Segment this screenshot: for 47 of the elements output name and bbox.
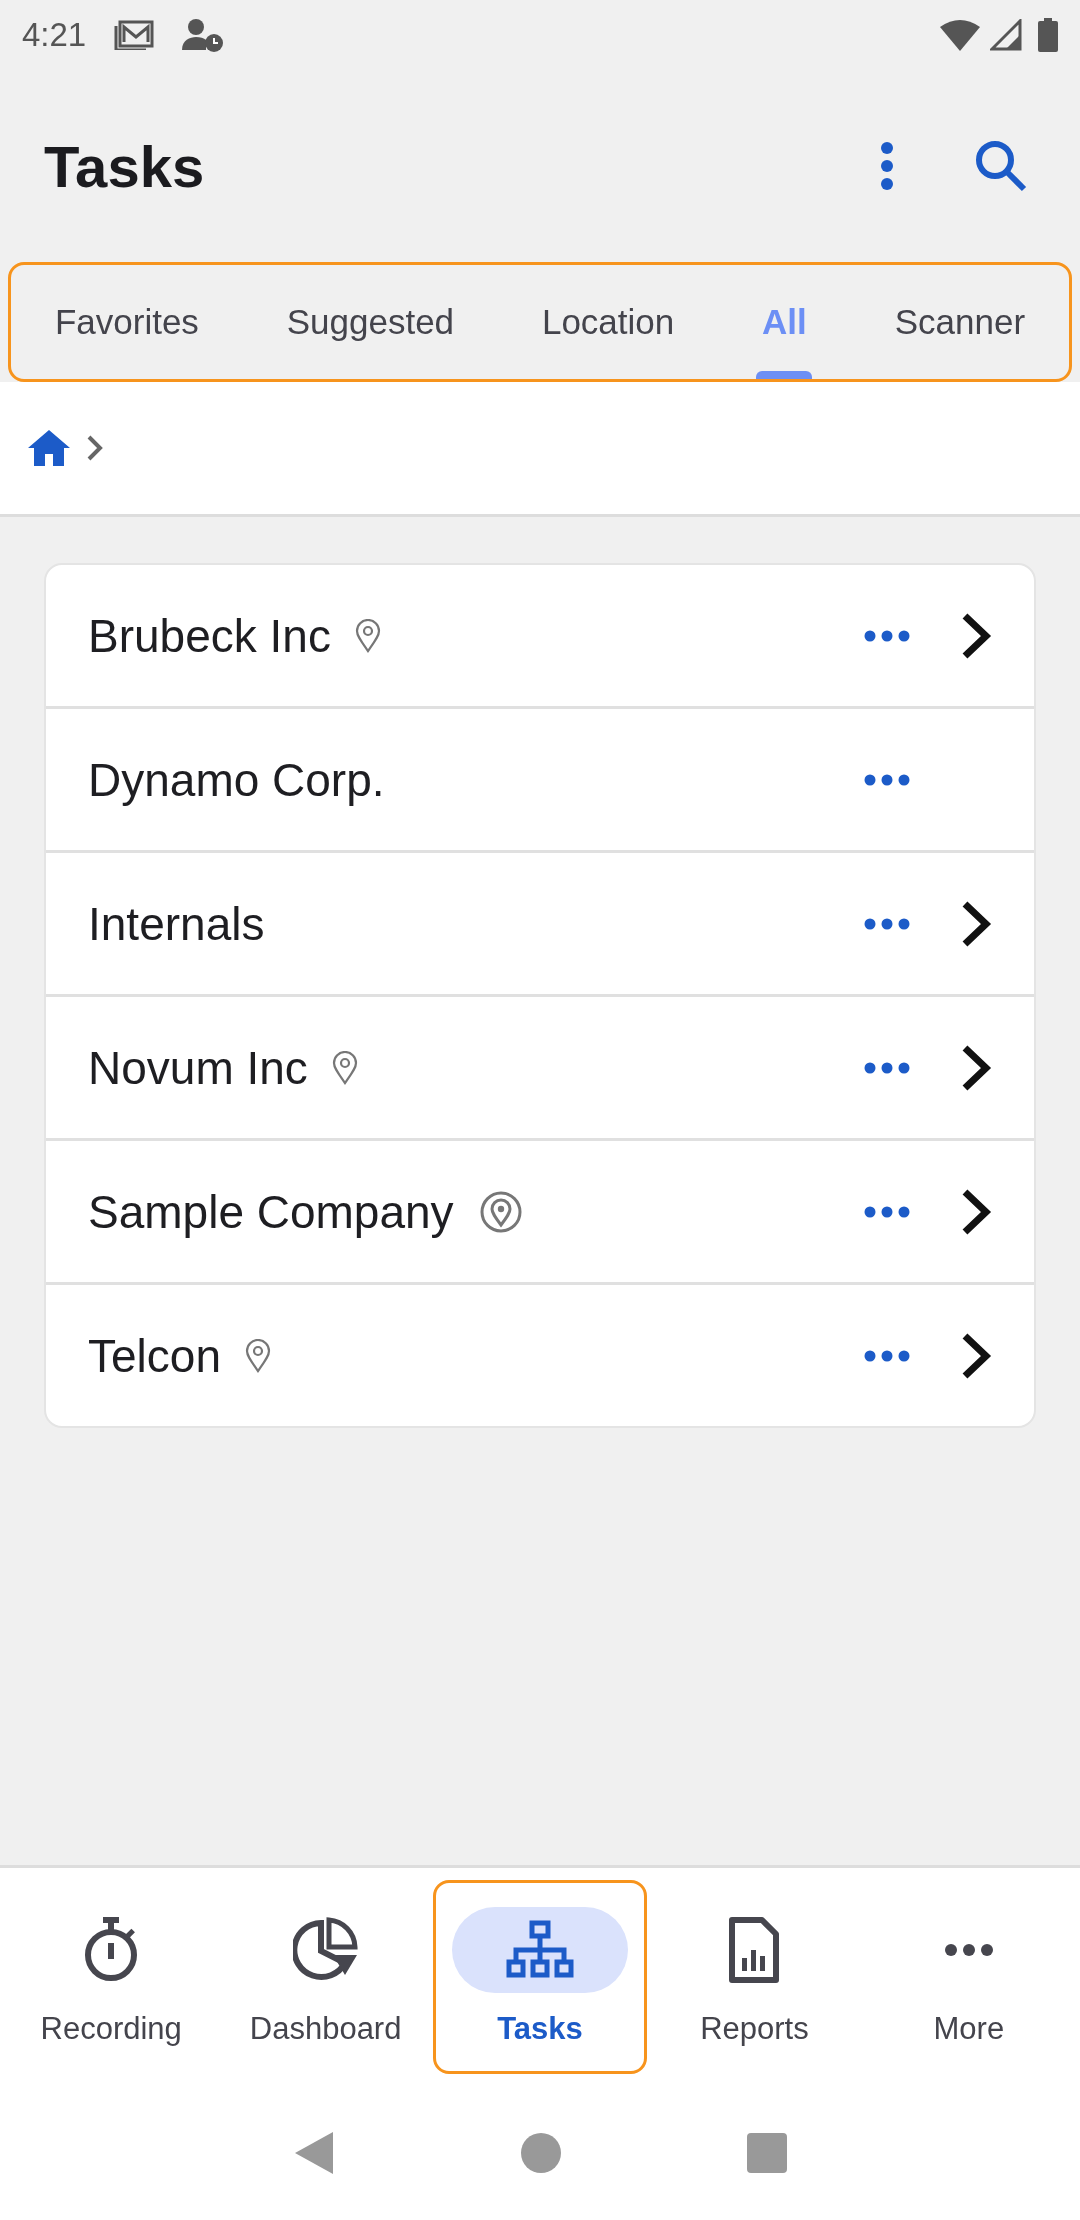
signal-icon (990, 19, 1022, 51)
status-time: 4:21 (22, 16, 87, 54)
list-row[interactable]: Sample Company (46, 1138, 1034, 1282)
wifi-icon (940, 19, 980, 51)
pie-chart-icon (292, 1917, 359, 1983)
nav-item[interactable]: Dashboard (218, 1880, 433, 2074)
tab[interactable]: Location (498, 265, 719, 379)
row-title: Dynamo Corp. (88, 752, 385, 807)
page-title: Tasks (44, 132, 206, 200)
more-icon (943, 1943, 994, 1957)
row-title: Sample Company (88, 1184, 454, 1239)
row-title: Novum Inc (88, 1040, 308, 1095)
nav-item[interactable]: More (861, 1880, 1077, 2074)
account-clock-icon (182, 18, 225, 52)
row-title: Internals (88, 896, 265, 951)
row-title: Brubeck Inc (88, 608, 331, 663)
nav-label: Recording (40, 2011, 182, 2047)
chevron-right-icon[interactable] (960, 899, 992, 948)
battery-icon (1038, 18, 1058, 52)
chevron-right-icon[interactable] (960, 611, 992, 660)
home-icon[interactable] (26, 428, 72, 468)
list-row[interactable]: Internals (46, 850, 1034, 994)
back-icon[interactable] (293, 2130, 335, 2176)
chevron-right-icon[interactable] (960, 1331, 992, 1380)
chevron-right-icon (86, 434, 104, 462)
stopwatch-icon (83, 1917, 140, 1983)
hierarchy-icon (506, 1920, 574, 1980)
list-row[interactable]: Brubeck Inc (46, 565, 1034, 706)
list-row[interactable]: Telcon (46, 1282, 1034, 1426)
nav-label: Tasks (497, 2011, 583, 2047)
list-row[interactable]: Dynamo Corp. (46, 706, 1034, 850)
nav-item[interactable]: Recording (4, 1880, 219, 2074)
nav-label: More (933, 2011, 1005, 2047)
nav-item[interactable]: Reports (647, 1880, 862, 2074)
list-row[interactable]: Novum Inc (46, 994, 1034, 1138)
tab[interactable]: Suggested (242, 265, 498, 379)
nav-item[interactable]: Tasks (432, 1880, 648, 2074)
tab[interactable]: Favorites (11, 265, 243, 379)
chevron-right-icon[interactable] (960, 1187, 992, 1236)
row-title: Telcon (88, 1328, 221, 1383)
nav-label: Reports (700, 2011, 809, 2047)
report-icon (728, 1916, 781, 1984)
nav-label: Dashboard (249, 2011, 402, 2047)
home-circle-icon[interactable] (521, 2133, 561, 2173)
chevron-right-icon[interactable] (960, 1043, 992, 1092)
mail-icon (114, 20, 155, 50)
tab[interactable]: Scanner (850, 265, 1069, 379)
